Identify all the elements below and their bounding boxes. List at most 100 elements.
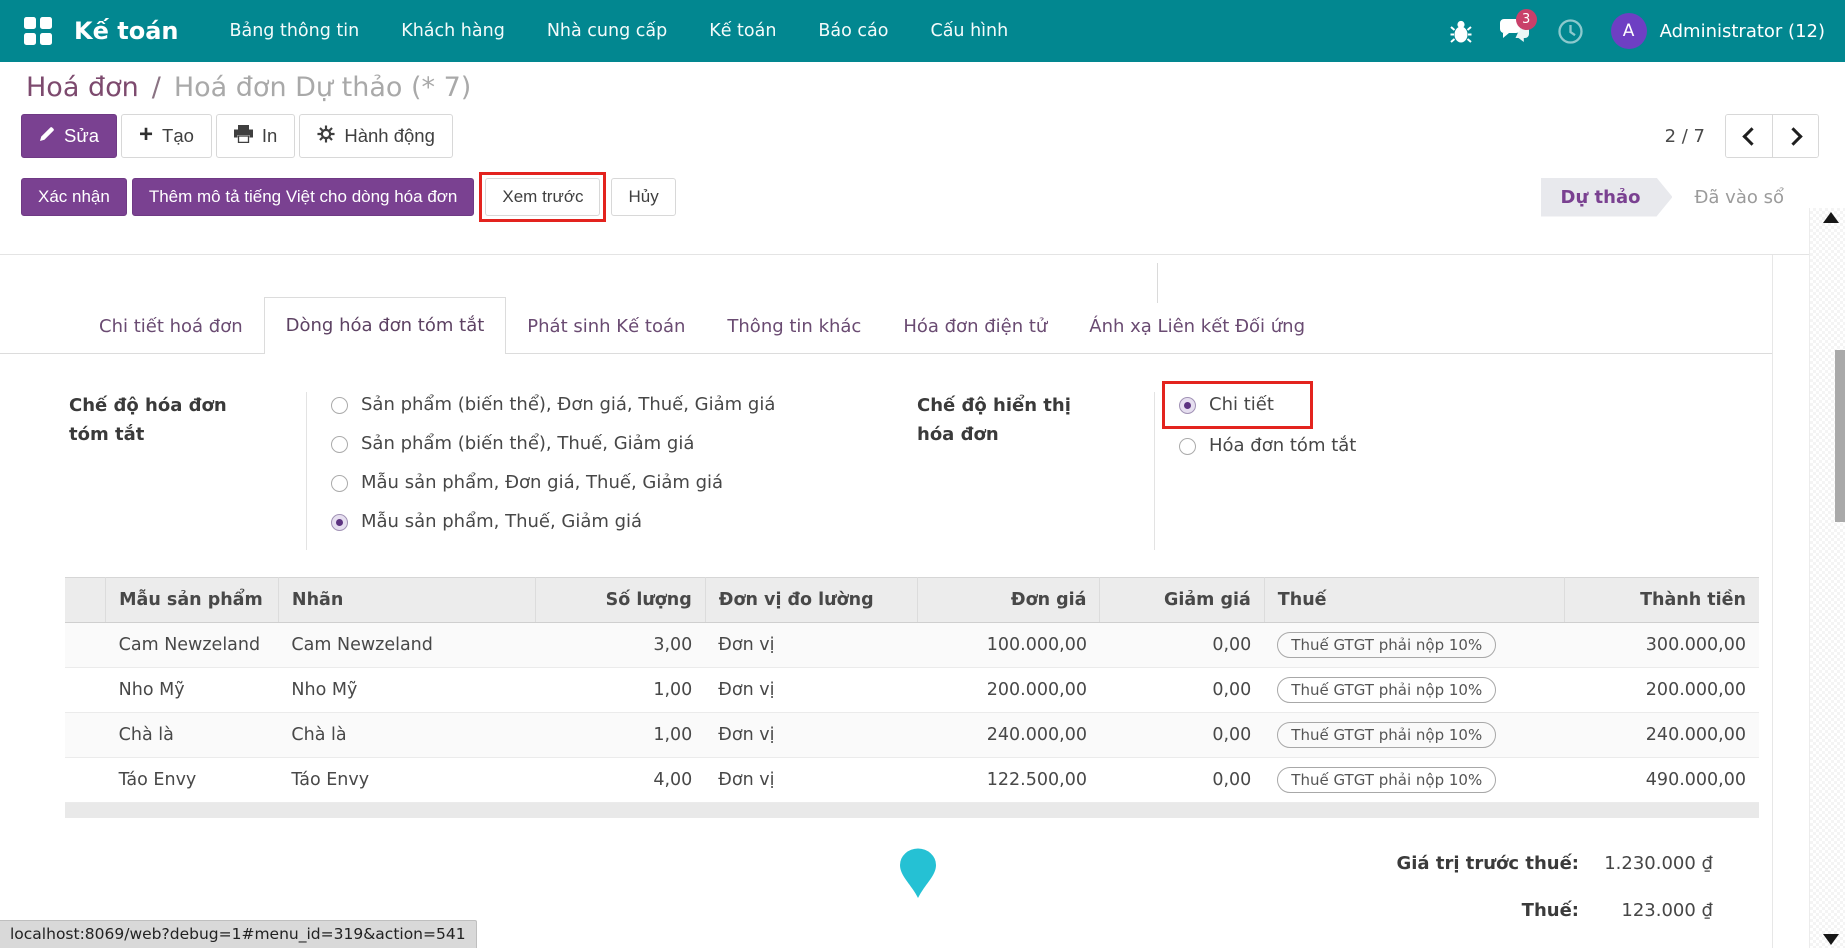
cell-subtotal: 200.000,00 [1564,668,1759,713]
table-row[interactable]: Chà là Chà là 1,00 Đơn vị 240.000,00 0,0… [65,713,1759,758]
cell-quantity: 1,00 [536,668,705,713]
scroll-up-arrow-icon[interactable] [1823,212,1839,223]
preview-button[interactable]: Xem trước [485,178,600,216]
cell-subtotal: 490.000,00 [1564,758,1759,803]
column-quantity[interactable]: Số lượng [536,578,705,623]
table-row[interactable]: Cam Newzeland Cam Newzeland 3,00 Đơn vị … [65,623,1759,668]
column-tax[interactable]: Thuế [1264,578,1564,623]
user-avatar[interactable]: A [1611,13,1647,49]
radio-option-template-tax-discount[interactable]: Mẫu sản phẩm, Thuế, Giảm giá [331,511,775,533]
state-posted[interactable]: Đã vào sổ [1672,178,1806,217]
tab-summary-lines[interactable]: Dòng hóa đơn tóm tắt [264,297,507,354]
radio-icon[interactable] [331,475,348,492]
control-panel: Sửa + Tạo In Hành động 2 / 7 [21,114,1819,158]
radio-option-variant-price-tax-discount[interactable]: Sản phẩm (biến thể), Đơn giá, Thuế, Giảm… [331,394,775,416]
column-uom[interactable]: Đơn vị đo lường [705,578,917,623]
cell-label: Cam Newzeland [278,623,535,668]
cell-label: Táo Envy [278,758,535,803]
tab-journal-items[interactable]: Phát sinh Kế toán [506,299,706,353]
state-draft[interactable]: Dự thảo [1541,178,1673,217]
tab-other-info[interactable]: Thông tin khác [706,299,882,353]
edit-button[interactable]: Sửa [21,114,117,158]
tab-invoice-details[interactable]: Chi tiết hoá đơn [78,299,264,353]
cell-product: Nho Mỹ [106,668,279,713]
menu-item-dashboard[interactable]: Bảng thông tin [208,0,380,62]
menu-item-customers[interactable]: Khách hàng [380,0,526,62]
menu-item-configuration[interactable]: Cấu hình [909,0,1029,62]
radio-option-summary-invoice[interactable]: Hóa đơn tóm tắt [1179,435,1356,457]
cell-product: Táo Envy [106,758,279,803]
plus-icon: + [139,123,153,147]
menu-item-accounting[interactable]: Kế toán [688,0,797,62]
vertical-scrollbar[interactable] [1809,208,1845,948]
radio-option-detail[interactable]: Chi tiết [1179,394,1274,416]
pager-nav [1725,114,1819,158]
add-vietnamese-description-button[interactable]: Thêm mô tả tiếng Việt cho dòng hóa đơn [132,178,475,216]
cell-subtotal: 240.000,00 [1564,713,1759,758]
radio-option-template-price-tax-discount[interactable]: Mẫu sản phẩm, Đơn giá, Thuế, Giảm giá [331,472,775,494]
column-product[interactable]: Mẫu sản phẩm [106,578,279,623]
navbar-systray: 3 A Administrator (12) [1450,13,1825,49]
notebook-tabs: Chi tiết hoá đơn Dòng hóa đơn tóm tắt Ph… [0,297,1772,354]
cell-quantity: 1,00 [536,713,705,758]
pager-counter: 2 / 7 [1665,126,1705,147]
top-navbar: Kế toán Bảng thông tin Khách hàng Nhà cu… [0,0,1845,62]
apps-grid-icon[interactable] [24,17,52,45]
messages-icon[interactable]: 3 [1499,18,1530,45]
invoice-lines-table: Mẫu sản phẩm Nhãn Số lượng Đơn vị đo lườ… [65,577,1759,803]
cell-discount: 0,00 [1100,758,1264,803]
radio-icon[interactable] [331,436,348,453]
cell-product: Cam Newzeland [106,623,279,668]
summary-mode-label: Chế độ hóa đơn tóm tắt [69,392,307,550]
tab-reciprocal-mapping[interactable]: Ánh xạ Liên kết Đối ứng [1068,299,1326,353]
column-unit-price[interactable]: Đơn giá [917,578,1100,623]
form-section: Chế độ hóa đơn tóm tắt Sản phẩm (biến th… [69,392,1772,550]
table-row[interactable]: Táo Envy Táo Envy 4,00 Đơn vị 122.500,00… [65,758,1759,803]
cell-label: Nho Mỹ [278,668,535,713]
scroll-down-arrow-icon[interactable] [1823,934,1839,945]
confirm-button[interactable]: Xác nhận [21,178,127,216]
app-name[interactable]: Kế toán [74,17,178,45]
cell-tax: Thuế GTGT phải nộp 10% [1264,668,1564,713]
main-menu: Bảng thông tin Khách hàng Nhà cung cấp K… [208,0,1029,62]
create-button[interactable]: + Tạo [121,114,212,158]
column-subtotal[interactable]: Thành tiền [1564,578,1759,623]
user-name[interactable]: Administrator (12) [1660,21,1825,42]
print-button[interactable]: In [216,114,295,158]
pager-previous-button[interactable] [1726,115,1772,157]
table-row[interactable]: Nho Mỹ Nho Mỹ 1,00 Đơn vị 200.000,00 0,0… [65,668,1759,713]
cell-discount: 0,00 [1100,713,1264,758]
menu-item-vendors[interactable]: Nhà cung cấp [526,0,688,62]
radio-option-variant-tax-discount[interactable]: Sản phẩm (biến thể), Thuế, Giảm giá [331,433,775,455]
bug-icon[interactable] [1450,19,1472,44]
tax-badge: Thuế GTGT phải nộp 10% [1277,677,1496,703]
cell-unit-price: 200.000,00 [917,668,1100,713]
column-discount[interactable]: Giảm giá [1100,578,1264,623]
scrollbar-thumb[interactable] [1835,350,1845,522]
radio-icon[interactable] [1179,438,1196,455]
radio-icon-selected[interactable] [1179,397,1196,414]
breadcrumb-separator: / [152,72,161,103]
pager-next-button[interactable] [1772,115,1818,157]
breadcrumb-parent[interactable]: Hoá đơn [26,72,139,103]
column-label[interactable]: Nhãn [278,578,535,623]
menu-item-reporting[interactable]: Báo cáo [797,0,909,62]
chevron-right-icon [1784,127,1802,145]
cancel-button[interactable]: Hủy [611,178,675,216]
cell-unit-price: 240.000,00 [917,713,1100,758]
tax-amount-value: 123.000 ₫ [1579,900,1713,921]
cell-subtotal: 300.000,00 [1564,623,1759,668]
radio-icon-selected[interactable] [331,514,348,531]
activity-clock-icon[interactable] [1557,18,1584,45]
radio-icon[interactable] [331,397,348,414]
breadcrumb: Hoá đơn / Hoá đơn Dự thảo (* 7) [26,72,471,103]
form-statusbar: Xác nhận Thêm mô tả tiếng Việt cho dòng … [21,175,1806,219]
untaxed-amount-label: Giá trị trước thuế: [1396,853,1579,874]
action-menu-button[interactable]: Hành động [299,114,453,158]
cell-uom: Đơn vị [705,758,917,803]
statusbar-divider [0,254,1809,255]
cell-label: Chà là [278,713,535,758]
cell-uom: Đơn vị [705,713,917,758]
tab-e-invoice[interactable]: Hóa đơn điện tử [882,299,1068,353]
display-mode-group: Chế độ hiển thị hóa đơn Chi tiết Hóa đơn… [917,392,1772,550]
